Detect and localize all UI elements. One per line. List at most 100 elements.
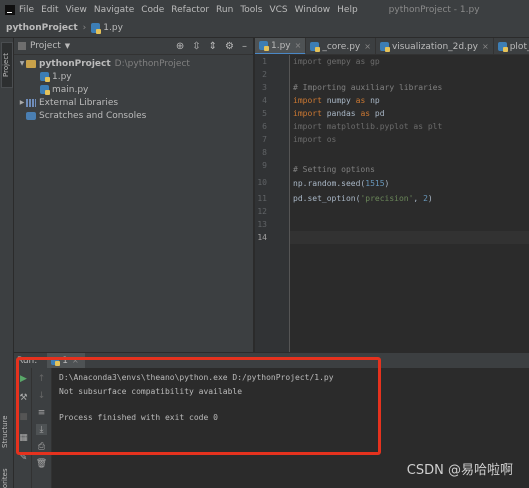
- project-view-selector[interactable]: Project: [30, 41, 61, 51]
- code-line: import numpy as np: [293, 96, 380, 105]
- tool-tab-structure[interactable]: Structure: [1, 406, 9, 450]
- code-keyword: import: [293, 109, 322, 118]
- collapse-all-icon[interactable]: ⇕: [209, 41, 217, 52]
- line-number: 14: [257, 233, 267, 242]
- tree-item-file[interactable]: 1.py: [14, 70, 253, 83]
- code-keyword: import: [293, 57, 322, 66]
- editor-tab-label: plot_api.py: [509, 41, 529, 52]
- menu-edit[interactable]: Edit: [41, 5, 58, 15]
- code-text: gempy as gp: [321, 57, 380, 66]
- menu-code[interactable]: Code: [141, 5, 164, 15]
- code-text: matplotlib.pyplot as plt: [321, 122, 443, 131]
- tree-item-file[interactable]: main.py: [14, 83, 253, 96]
- line-number: 6: [262, 122, 267, 131]
- python-file-icon: [91, 23, 102, 34]
- tree-item-root[interactable]: ▼ pythonProject D:\pythonProject: [14, 57, 253, 70]
- code-keyword: as: [360, 109, 371, 118]
- menu-view[interactable]: View: [66, 5, 87, 15]
- trash-icon[interactable]: 🗑: [36, 458, 47, 469]
- python-file-icon: [379, 42, 390, 52]
- tree-item-label: Scratches and Consoles: [39, 110, 147, 121]
- code-area[interactable]: import gempy as gp # Importing auxiliary…: [293, 55, 529, 352]
- line-number: 5: [262, 109, 267, 118]
- chevron-down-icon[interactable]: ▼: [18, 60, 26, 67]
- menu-run[interactable]: Run: [216, 5, 233, 15]
- gear-icon[interactable]: ⚙: [225, 41, 234, 52]
- menu-file[interactable]: File: [19, 5, 34, 15]
- line-number: 1: [262, 57, 267, 66]
- python-file-icon: [497, 42, 508, 52]
- code-editor[interactable]: 1 2 3 4 5 6 7 8 9 10 11 12 13 14 import …: [255, 55, 529, 352]
- python-file-icon: [259, 41, 269, 51]
- line-number: 8: [262, 148, 267, 157]
- code-text: np: [365, 96, 380, 105]
- line-number: 7: [262, 135, 267, 144]
- code-text: ): [384, 179, 390, 188]
- project-tree: ▼ pythonProject D:\pythonProject 1.py ma…: [14, 55, 253, 122]
- code-keyword: as: [355, 96, 366, 105]
- code-keyword: import: [293, 96, 322, 105]
- code-keyword: import: [293, 135, 322, 144]
- editor-tab-core-py[interactable]: _core.py ×: [306, 38, 376, 54]
- breadcrumb: pythonProject › 1.py: [0, 19, 529, 38]
- minimize-icon[interactable]: –: [242, 41, 247, 52]
- tree-item-label: main.py: [52, 84, 89, 95]
- line-number: 11: [257, 194, 267, 203]
- close-icon[interactable]: ×: [295, 41, 302, 50]
- close-icon[interactable]: ×: [364, 42, 371, 51]
- folder-icon: [26, 59, 36, 68]
- editor-tab-label: visualization_2d.py: [391, 41, 479, 52]
- breadcrumb-project[interactable]: pythonProject: [6, 23, 78, 33]
- code-comment: # Setting options: [293, 165, 375, 174]
- locate-file-icon[interactable]: ⊕: [176, 41, 184, 52]
- code-text: numpy: [321, 96, 356, 105]
- python-file-icon: [40, 85, 50, 95]
- tree-item-scratches[interactable]: Scratches and Consoles: [14, 109, 253, 122]
- code-line: import matplotlib.pyplot as plt: [293, 122, 442, 131]
- line-number: 10: [257, 178, 267, 187]
- chevron-down-icon[interactable]: ▼: [65, 42, 70, 50]
- root-folder-path: D:\pythonProject: [114, 58, 190, 69]
- window-title: pythonProject - 1.py: [388, 4, 480, 15]
- menu-help[interactable]: Help: [337, 5, 358, 15]
- line-number-gutter: 1 2 3 4 5 6 7 8 9 10 11 12 13 14: [255, 55, 290, 352]
- menu-navigate[interactable]: Navigate: [94, 5, 134, 15]
- python-file-icon: [310, 42, 321, 52]
- library-icon: [26, 98, 36, 107]
- breadcrumb-separator-icon: ›: [82, 23, 87, 33]
- line-number: 9: [262, 161, 267, 170]
- python-file-icon: [40, 72, 50, 82]
- project-view-icon: [18, 42, 26, 50]
- tool-tab-project[interactable]: Project: [1, 42, 13, 88]
- root-folder-label: pythonProject: [39, 58, 111, 69]
- code-text: pd.set_option(: [293, 194, 361, 203]
- left-tool-strip: Project Structure Favorites: [0, 38, 14, 488]
- editor-tab-1-py[interactable]: 1.py ×: [255, 38, 307, 54]
- expand-all-icon[interactable]: ⇳: [192, 41, 200, 52]
- code-line: np.random.seed(1515): [293, 179, 389, 188]
- code-string: 'precision': [360, 194, 414, 203]
- menu-vcs[interactable]: VCS: [269, 5, 287, 15]
- breadcrumb-file[interactable]: 1.py: [103, 23, 123, 33]
- code-line: import pandas as pd: [293, 109, 385, 118]
- line-number: 3: [262, 83, 267, 92]
- tool-tab-favorites[interactable]: Favorites: [1, 458, 9, 488]
- menu-refactor[interactable]: Refactor: [171, 5, 209, 15]
- editor-tab-label: 1.py: [271, 40, 291, 51]
- pycharm-logo-icon: [5, 4, 15, 15]
- close-icon[interactable]: ×: [482, 42, 489, 51]
- code-text: ,: [413, 194, 424, 203]
- menu-bar: File Edit View Navigate Code Refactor Ru…: [0, 0, 529, 19]
- code-text: pd: [370, 109, 385, 118]
- code-text: pandas: [321, 109, 361, 118]
- editor-tab-visualization-2d-py[interactable]: visualization_2d.py ×: [376, 38, 494, 54]
- tree-item-external-libraries[interactable]: ▶ External Libraries: [14, 96, 253, 109]
- line-number: 13: [257, 220, 267, 229]
- editor-tab-plot-api-py[interactable]: plot_api.py: [494, 38, 529, 54]
- chevron-right-icon[interactable]: ▶: [18, 99, 26, 106]
- menu-tools[interactable]: Tools: [240, 5, 262, 15]
- code-text: ): [427, 194, 433, 203]
- menu-window[interactable]: Window: [295, 5, 331, 15]
- code-line: import os: [293, 135, 336, 144]
- code-keyword: import: [293, 122, 322, 131]
